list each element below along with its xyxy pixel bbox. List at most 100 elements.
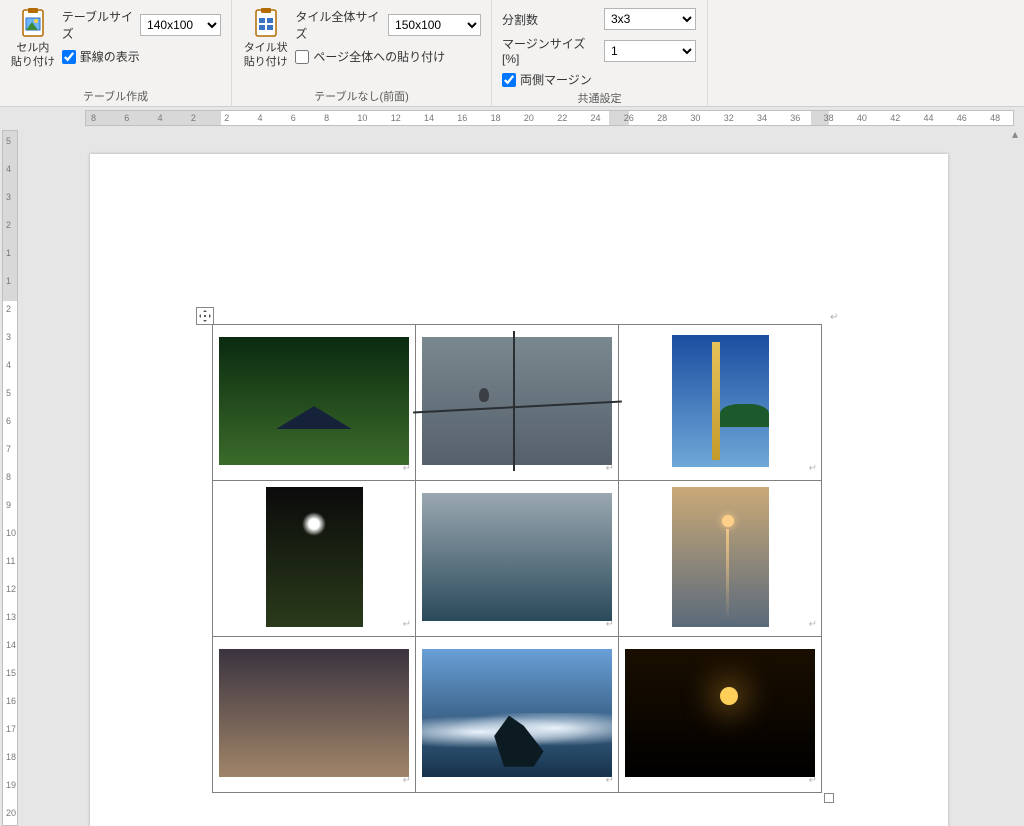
photo-thumb-ocean-rocks[interactable] xyxy=(422,649,612,777)
ruler-tick: 16 xyxy=(6,696,16,706)
ruler-tick: 8 xyxy=(91,113,96,123)
ruler-tick: 8 xyxy=(324,113,329,123)
ruler-tick: 6 xyxy=(6,416,11,426)
ruler-tick: 17 xyxy=(6,724,16,734)
split-count-label: 分割数 xyxy=(502,11,598,28)
table-cell[interactable]: ↵ xyxy=(213,481,416,637)
show-rules-checkbox[interactable]: 罫線の表示 xyxy=(62,48,221,65)
table-cell[interactable]: ↵ xyxy=(416,325,619,481)
photo-thumb-forest-path[interactable] xyxy=(266,487,363,627)
photo-grid-table[interactable]: ↵↵↵↵↵↵↵↵↵ xyxy=(212,324,822,793)
ruler-tick: 16 xyxy=(457,113,467,123)
ruler-tick: 10 xyxy=(6,528,16,538)
ruler-tick: 14 xyxy=(424,113,434,123)
ruler-tick: 5 xyxy=(6,136,11,146)
ruler-tick: 18 xyxy=(6,752,16,762)
paragraph-mark-icon: ↵ xyxy=(606,619,614,630)
photo-thumb-pole-coast[interactable] xyxy=(672,335,769,467)
ruler-tick: 42 xyxy=(890,113,900,123)
paste-whole-page-checkbox[interactable]: ページ全体への貼り付け xyxy=(295,48,481,65)
paragraph-mark-icon: ↵ xyxy=(809,775,817,786)
ruler-tick: 10 xyxy=(357,113,367,123)
table-cell[interactable]: ↵ xyxy=(619,325,822,481)
page[interactable]: ↵ ↵↵↵↵↵↵↵↵↵ xyxy=(90,154,948,826)
ruler-tick: 12 xyxy=(6,584,16,594)
paragraph-mark-icon: ↵ xyxy=(830,312,838,323)
paragraph-mark-icon: ↵ xyxy=(809,619,817,630)
ruler-tick: 46 xyxy=(957,113,967,123)
ruler-tick: 5 xyxy=(6,388,11,398)
ruler-tick: 19 xyxy=(6,780,16,790)
table-move-handle[interactable] xyxy=(196,307,214,325)
ruler-tick: 12 xyxy=(391,113,401,123)
vertical-ruler[interactable]: 543211234567891011121314151617181920 xyxy=(2,130,18,826)
photo-thumb-dusk-beach[interactable] xyxy=(219,649,409,777)
clipboard-grid-icon xyxy=(249,6,283,40)
ruler-tick: 6 xyxy=(291,113,296,123)
margin-size-select[interactable]: 1 xyxy=(604,40,696,62)
table-resize-handle[interactable] xyxy=(824,793,834,803)
table-size-select[interactable]: 140x100 xyxy=(140,14,221,36)
ruler-tick: 30 xyxy=(690,113,700,123)
ruler-tick: 6 xyxy=(124,113,129,123)
both-margin-input[interactable] xyxy=(502,73,516,87)
paste-tile-button[interactable]: タイル状貼り付け xyxy=(242,4,289,70)
ruler-tick: 48 xyxy=(990,113,1000,123)
ruler-tick: 1 xyxy=(6,276,11,286)
table-size-label: テーブルサイズ xyxy=(62,8,134,42)
document-area: ▴ ↵ ↵↵↵↵↵↵↵↵↵ xyxy=(20,127,1024,826)
ruler-tick: 20 xyxy=(6,808,16,818)
table-cell[interactable]: ↵ xyxy=(619,637,822,793)
ruler-tick: 4 xyxy=(158,113,163,123)
photo-thumb-beach-sunset[interactable] xyxy=(672,487,769,627)
ribbon: セル内貼り付け テーブルサイズ 140x100 罫線の表示 テーブル作成 xyxy=(0,0,1024,107)
ruler-tick: 13 xyxy=(6,612,16,622)
ruler-tick: 26 xyxy=(624,113,634,123)
ruler-tick: 4 xyxy=(6,360,11,370)
paragraph-mark-icon: ↵ xyxy=(606,463,614,474)
table-cell[interactable]: ↵ xyxy=(416,637,619,793)
table-cell[interactable]: ↵ xyxy=(213,325,416,481)
photo-thumb-night-moon[interactable] xyxy=(625,649,815,777)
ruler-tick: 18 xyxy=(491,113,501,123)
ruler-tick: 44 xyxy=(924,113,934,123)
paragraph-mark-icon: ↵ xyxy=(403,619,411,630)
photo-thumb-trees-sky[interactable] xyxy=(219,337,409,465)
ribbon-group-common: 分割数 3x3 マージンサイズ[%] 1 両側マージン 共通設定 xyxy=(492,0,708,107)
tile-size-select[interactable]: 150x100 xyxy=(388,14,481,36)
photo-thumb-bird-wire[interactable] xyxy=(422,337,612,465)
tile-size-label: タイル全体サイズ xyxy=(295,8,382,42)
group-label-common: 共通設定 xyxy=(502,88,697,109)
ruler-tick: 2 xyxy=(224,113,229,123)
ruler-tick: 24 xyxy=(591,113,601,123)
ruler-tick: 38 xyxy=(824,113,834,123)
ruler-tick: 11 xyxy=(6,556,15,566)
horizontal-ruler-area: 8642246810121416182022242628303234363840… xyxy=(0,107,1024,127)
paste-whole-page-input[interactable] xyxy=(295,50,309,64)
ribbon-group-table: セル内貼り付け テーブルサイズ 140x100 罫線の表示 テーブル作成 xyxy=(0,0,232,107)
margin-size-label: マージンサイズ[%] xyxy=(502,35,598,66)
paragraph-mark-icon: ↵ xyxy=(403,463,411,474)
ruler-tick: 4 xyxy=(258,113,263,123)
ruler-tick: 32 xyxy=(724,113,734,123)
paste-in-cell-button[interactable]: セル内貼り付け xyxy=(10,4,56,70)
clipboard-image-icon xyxy=(16,6,50,40)
table-cell[interactable]: ↵ xyxy=(619,481,822,637)
paste-in-cell-label: セル内貼り付け xyxy=(11,42,55,70)
horizontal-ruler[interactable]: 8642246810121416182022242628303234363840… xyxy=(85,110,1014,126)
ruler-tick: 1 xyxy=(6,248,11,258)
group-label-tile: テーブルなし(前面) xyxy=(242,86,481,107)
ruler-tick: 40 xyxy=(857,113,867,123)
table-cell[interactable]: ↵ xyxy=(213,637,416,793)
show-rules-input[interactable] xyxy=(62,50,76,64)
ruler-tick: 28 xyxy=(657,113,667,123)
photo-thumb-coast-cliffs[interactable] xyxy=(422,493,612,621)
paragraph-mark-icon: ↵ xyxy=(403,775,411,786)
table-cell[interactable]: ↵ xyxy=(416,481,619,637)
scroll-up-arrow-icon[interactable]: ▴ xyxy=(1008,127,1022,141)
ruler-tick: 2 xyxy=(6,220,11,230)
vertical-ruler-area: 543211234567891011121314151617181920 xyxy=(0,127,20,826)
ruler-tick: 4 xyxy=(6,164,11,174)
both-margin-checkbox[interactable]: 両側マージン xyxy=(502,71,696,88)
split-count-select[interactable]: 3x3 xyxy=(604,8,696,30)
